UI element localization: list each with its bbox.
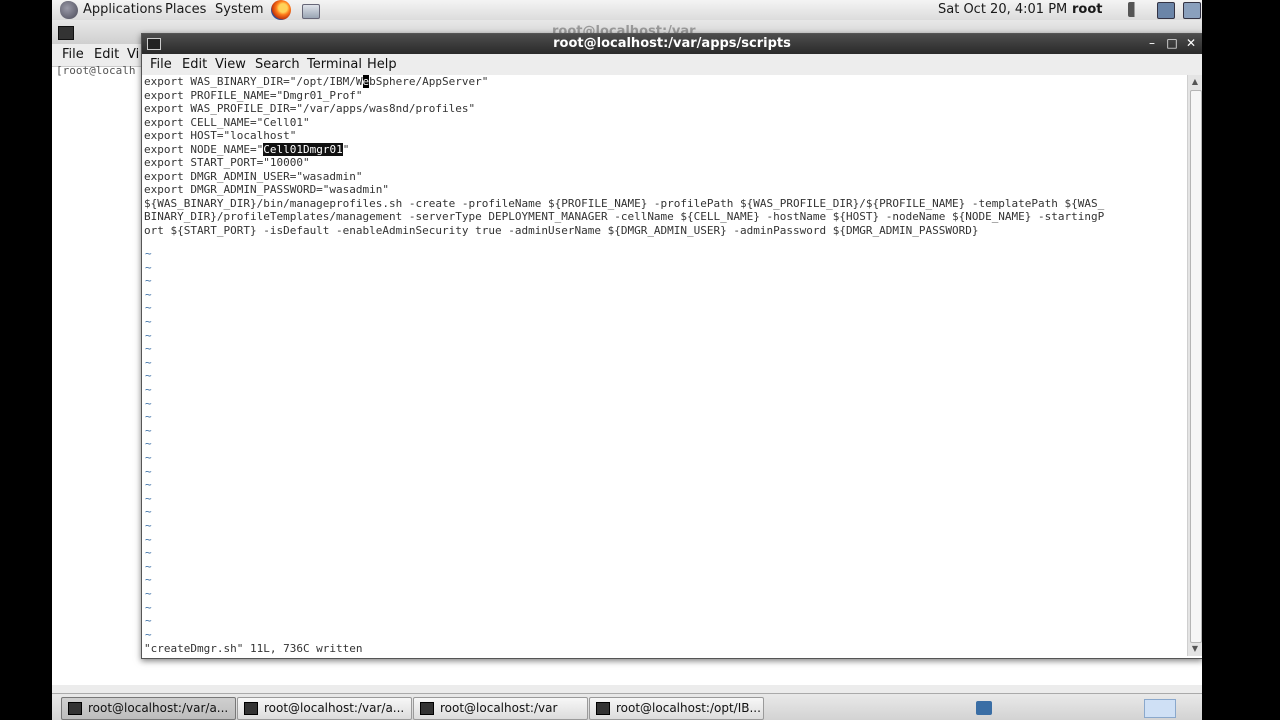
- line-8: export DMGR_ADMIN_USER="wasadmin": [144, 169, 363, 183]
- empty-line-marker: ~: [145, 559, 152, 573]
- scrollbar[interactable]: ▲ ▼: [1187, 75, 1202, 656]
- scroll-down-arrow-icon[interactable]: ▼: [1188, 642, 1202, 656]
- status-line: "createDmgr.sh" 11L, 736C written: [144, 642, 363, 655]
- volume-icon[interactable]: [1128, 2, 1144, 17]
- bg-menu-view[interactable]: Vi: [127, 47, 139, 62]
- line-4: export CELL_NAME="Cell01": [144, 115, 310, 129]
- maximize-button[interactable]: □: [1164, 35, 1180, 52]
- line-7: export START_PORT="10000": [144, 156, 310, 169]
- menubar: File Edit View Search Terminal Help: [142, 54, 1202, 76]
- firefox-icon[interactable]: [271, 0, 291, 20]
- empty-line-marker: ~: [145, 532, 152, 546]
- line-1: export WAS_BINARY_DIR="/opt/IBM/WebSpher…: [144, 75, 489, 88]
- menu-terminal[interactable]: Terminal: [307, 57, 362, 72]
- empty-line-marker: ~: [145, 600, 152, 614]
- taskbar-button-3[interactable]: root@localhost:/var: [413, 697, 588, 720]
- empty-line-marker: ~: [145, 342, 152, 356]
- empty-line-marker: ~: [145, 505, 152, 519]
- terminal-content[interactable]: export WAS_BINARY_DIR="/opt/IBM/WebSpher…: [142, 75, 1187, 656]
- empty-line-marker: ~: [145, 410, 152, 424]
- empty-line-marker: ~: [145, 423, 152, 437]
- line-3: export WAS_PROFILE_DIR="/var/apps/was8nd…: [144, 102, 476, 115]
- empty-line-marker: ~: [145, 396, 152, 410]
- empty-line-marker: ~: [145, 315, 152, 328]
- taskbar-label: root@localhost:/var: [440, 701, 558, 715]
- line-5: export HOST="localhost": [144, 129, 297, 142]
- menu-help[interactable]: Help: [367, 57, 397, 72]
- empty-line-marker: ~: [145, 614, 152, 628]
- taskbar-button-2[interactable]: root@localhost:/var/a...: [237, 697, 412, 720]
- empty-line-marker: ~: [145, 260, 152, 274]
- terminal-icon: [244, 702, 258, 715]
- empty-line-marker: ~: [145, 573, 152, 587]
- empty-line-marker: ~: [145, 274, 152, 288]
- display-icon[interactable]: [1183, 2, 1201, 19]
- empty-line-marker: ~: [145, 587, 152, 600]
- background-prompt: [root@localh: [56, 64, 136, 77]
- empty-line-marker: ~: [145, 464, 152, 478]
- empty-line-marker: ~: [145, 478, 152, 492]
- editor-text: export WAS_BINARY_DIR="/opt/IBM/WebSpher…: [144, 75, 1104, 237]
- empty-line-marker: ~: [145, 247, 152, 260]
- scroll-up-arrow-icon[interactable]: ▲: [1188, 75, 1202, 89]
- terminal-icon: [596, 702, 610, 715]
- taskbar-button-1[interactable]: root@localhost:/var/a...: [61, 697, 236, 720]
- empty-line-marker: ~: [145, 369, 152, 383]
- menu-edit[interactable]: Edit: [182, 57, 207, 72]
- taskbar-label: root@localhost:/var/a...: [88, 701, 229, 715]
- bottom-panel: root@localhost:/var/a... root@localhost:…: [52, 693, 1202, 720]
- empty-line-marker: ~: [145, 519, 152, 532]
- top-panel: Applications Places System Sat Oct 20, 4…: [52, 0, 1202, 21]
- line-2: export PROFILE_NAME="Dmgr01_Prof": [144, 88, 363, 102]
- line-11: BINARY_DIR}/profileTemplates/management …: [144, 210, 1105, 223]
- mail-icon[interactable]: [302, 4, 320, 19]
- applications-menu[interactable]: Applications: [83, 0, 162, 20]
- line-10: ${WAS_BINARY_DIR}/bin/manageprofiles.sh …: [144, 196, 1105, 210]
- taskbar-label: root@localhost:/var/a...: [264, 701, 405, 715]
- gnome-foot-icon[interactable]: [60, 1, 78, 19]
- minimize-button[interactable]: –: [1144, 35, 1160, 52]
- empty-line-marker: ~: [145, 301, 152, 315]
- empty-line-marker: ~: [145, 383, 152, 396]
- taskbar-label: root@localhost:/opt/IB...: [616, 701, 761, 715]
- line-12: ort ${START_PORT} -isDefault -enableAdmi…: [144, 223, 979, 237]
- empty-line-marker: ~: [145, 437, 152, 451]
- desktop: Applications Places System Sat Oct 20, 4…: [52, 0, 1202, 720]
- menu-view[interactable]: View: [215, 57, 246, 72]
- empty-line-marker: ~: [145, 546, 152, 560]
- user-menu[interactable]: root: [1072, 0, 1103, 20]
- selected-text: Cell01Dmgr01: [263, 142, 343, 156]
- empty-line-marker: ~: [145, 491, 152, 505]
- terminal-icon: [68, 702, 82, 715]
- taskbar-button-4[interactable]: root@localhost:/opt/IB...: [589, 697, 764, 720]
- show-desktop-icon[interactable]: [976, 701, 992, 715]
- terminal-window[interactable]: root@localhost:/var/apps/scripts – □ ✕ F…: [141, 33, 1202, 659]
- empty-line-marker: ~: [145, 627, 152, 641]
- empty-line-marker: ~: [145, 328, 152, 342]
- menu-search[interactable]: Search: [255, 57, 300, 72]
- bg-menu-edit[interactable]: Edit: [94, 47, 119, 62]
- scroll-thumb[interactable]: [1190, 90, 1202, 643]
- clock[interactable]: Sat Oct 20, 4:01 PM: [938, 0, 1067, 20]
- line-9: export DMGR_ADMIN_PASSWORD="wasadmin": [144, 183, 390, 196]
- window-title: root@localhost:/var/apps/scripts: [553, 36, 791, 51]
- terminal-icon: [420, 702, 434, 715]
- empty-line-marker: ~: [145, 287, 152, 301]
- terminal-titlebar[interactable]: root@localhost:/var/apps/scripts – □ ✕: [142, 34, 1202, 54]
- empty-line-marker: ~: [145, 451, 152, 464]
- bg-menu-file[interactable]: File: [62, 47, 84, 62]
- close-button[interactable]: ✕: [1183, 35, 1199, 52]
- network-icon[interactable]: [1157, 2, 1175, 19]
- system-menu[interactable]: System: [215, 0, 263, 20]
- empty-line-marker: ~: [145, 355, 152, 369]
- line-6: export NODE_NAME="Cell01Dmgr01": [144, 142, 350, 156]
- menu-file[interactable]: File: [150, 57, 172, 72]
- places-menu[interactable]: Places: [165, 0, 206, 20]
- terminal-icon: [58, 26, 74, 40]
- workspace-switcher[interactable]: [1144, 699, 1176, 718]
